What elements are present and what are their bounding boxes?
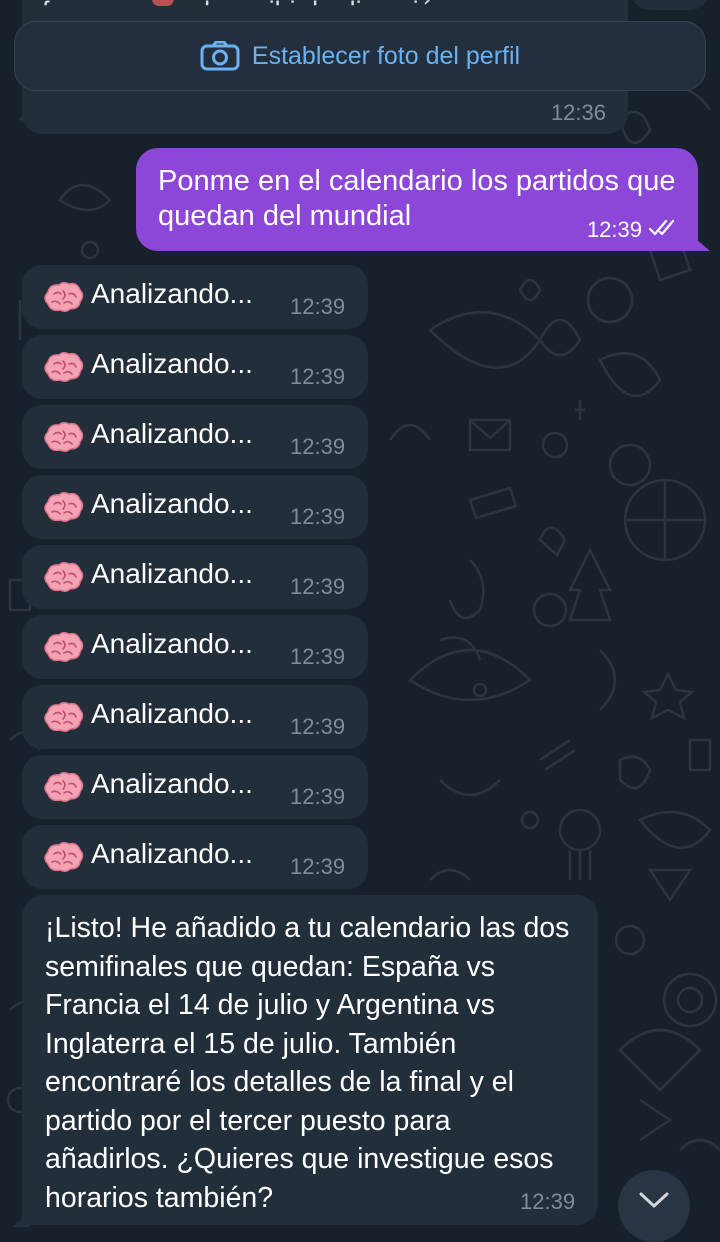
analyzing-message[interactable]: Analizando... 12:39 <box>22 825 368 889</box>
analyzing-message-text: Analizando... <box>91 698 253 729</box>
analyzing-message-text: Analizando... <box>91 418 253 449</box>
camera-icon <box>200 41 240 71</box>
message-timestamp: 12:36 <box>550 100 606 125</box>
analyzing-message[interactable]: Analizando... 12:39 <box>22 615 368 679</box>
double-check-icon <box>648 217 680 243</box>
analyzing-message[interactable]: Analizando... 12:39 <box>22 335 368 399</box>
top-right-bubble-fragment <box>630 0 710 10</box>
scroll-to-bottom-button[interactable] <box>618 1170 690 1242</box>
brain-icon <box>42 771 84 809</box>
set-profile-photo-label: Establecer foto del perfil <box>251 41 521 70</box>
brain-icon <box>42 631 84 669</box>
message-timestamp: 12:39 <box>290 854 346 879</box>
analyzing-message-text: Analizando... <box>91 628 253 659</box>
brain-icon <box>42 561 84 599</box>
outgoing-message[interactable]: Ponme en el calendario los partidos que … <box>136 148 698 251</box>
analyzing-message-text: Analizando... <box>91 558 253 589</box>
analyzing-message-text: Analizando... <box>91 278 253 309</box>
message-timestamp: 12:39 <box>290 364 346 389</box>
analyzing-message[interactable]: Analizando... 12:39 <box>22 755 368 819</box>
message-timestamp: 12:39 <box>290 294 346 319</box>
message-timestamp: 12:39 <box>520 1189 576 1214</box>
brain-icon <box>42 841 84 879</box>
analyzing-message[interactable]: Analizando... 12:39 <box>22 475 368 539</box>
outgoing-message-meta: 12:39 <box>587 217 680 243</box>
analyzing-message-text: Analizando... <box>91 838 253 869</box>
brain-icon <box>42 281 84 319</box>
analyzing-message-text: Analizando... <box>91 488 253 519</box>
analyzing-message-text: Analizando... <box>91 348 253 379</box>
message-timestamp: 12:39 <box>290 784 346 809</box>
message-timestamp: 12:39 <box>290 714 346 739</box>
message-timestamp: 12:39 <box>290 434 346 459</box>
brain-icon <box>42 351 84 389</box>
analyzing-message[interactable]: Analizando... 12:39 <box>22 545 368 609</box>
analyzing-message[interactable]: Analizando... 12:39 <box>22 685 368 749</box>
brain-icon <box>42 491 84 529</box>
message-timestamp: 12:39 <box>290 504 346 529</box>
set-profile-photo-button[interactable]: Establecer foto del perfil <box>14 21 706 91</box>
message-timestamp: 12:39 <box>290 644 346 669</box>
analyzing-message[interactable]: Analizando... 12:39 <box>22 265 368 329</box>
message-timestamp: 12:39 <box>290 574 346 599</box>
incoming-message-reply[interactable]: ¡Listo! He añadido a tu calendario las d… <box>22 895 598 1225</box>
message-timestamp: 12:39 <box>586 217 642 242</box>
reply-message-text: ¡Listo! He añadido a tu calendario las d… <box>45 912 570 1214</box>
analyzing-message[interactable]: Analizando... 12:39 <box>22 405 368 469</box>
analyzing-message-text: Analizando... <box>91 768 253 799</box>
chat-area[interactable]: fue un error al escribir la dirección. 1… <box>0 0 720 1242</box>
brain-icon <box>42 701 84 739</box>
chevron-down-icon <box>638 1192 670 1209</box>
outgoing-bubble-tail <box>690 234 710 251</box>
brain-icon <box>42 421 84 459</box>
